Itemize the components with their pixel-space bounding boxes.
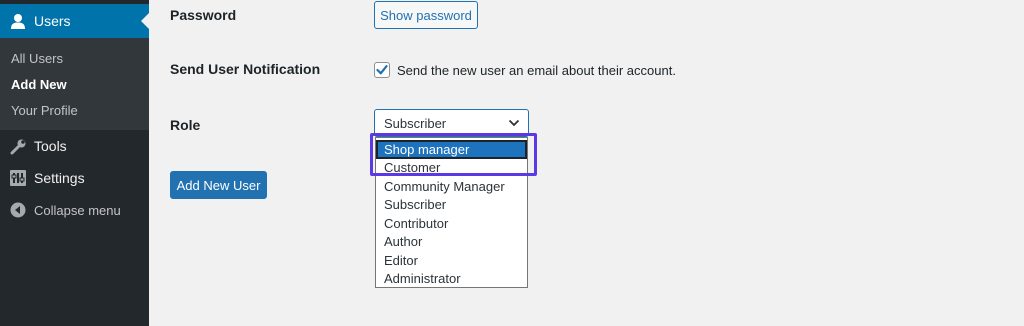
role-option-editor[interactable]: Editor	[376, 251, 527, 270]
password-label: Password	[170, 7, 237, 23]
menu-item-users[interactable]: Users	[0, 4, 149, 38]
submenu-item-add-new[interactable]: Add New	[11, 77, 67, 92]
role-option-subscriber[interactable]: Subscriber	[376, 196, 527, 215]
menu-item-tools[interactable]: Tools	[0, 131, 149, 161]
menu-label-users: Users	[34, 13, 71, 29]
highlight-annotation-box	[370, 133, 537, 176]
menu-label-settings: Settings	[34, 170, 85, 186]
menu-item-settings[interactable]: Settings	[0, 163, 149, 193]
collapse-menu-button[interactable]: Collapse menu	[0, 195, 149, 225]
role-option-author[interactable]: Author	[376, 233, 527, 252]
checkmark-icon	[376, 65, 388, 75]
add-new-user-button[interactable]: Add New User	[170, 171, 267, 199]
submenu-item-your-profile[interactable]: Your Profile	[11, 103, 78, 118]
send-notification-text: Send the new user an email about their a…	[397, 63, 676, 78]
show-password-button[interactable]: Show password	[374, 1, 478, 29]
admin-sidebar: Users All Users Add New Your Profile Too…	[0, 0, 149, 326]
chevron-down-icon	[508, 119, 520, 127]
role-select-value: Subscriber	[384, 115, 447, 131]
menu-label-tools: Tools	[34, 138, 67, 154]
role-option-community-manager[interactable]: Community Manager	[376, 177, 527, 196]
sliders-icon	[8, 168, 28, 188]
send-notification-label: Send User Notification	[170, 61, 321, 77]
collapse-menu-label: Collapse menu	[34, 202, 121, 218]
collapse-arrow-icon	[8, 200, 28, 220]
submenu-item-all-users[interactable]: All Users	[11, 51, 63, 66]
send-notification-checkbox[interactable]	[374, 62, 390, 78]
user-icon	[8, 11, 28, 31]
wrench-icon	[8, 136, 28, 156]
role-label: Role	[170, 117, 201, 133]
role-option-contributor[interactable]: Contributor	[376, 214, 527, 233]
role-option-administrator[interactable]: Administrator	[376, 270, 527, 289]
users-submenu: All Users Add New Your Profile	[0, 38, 149, 130]
